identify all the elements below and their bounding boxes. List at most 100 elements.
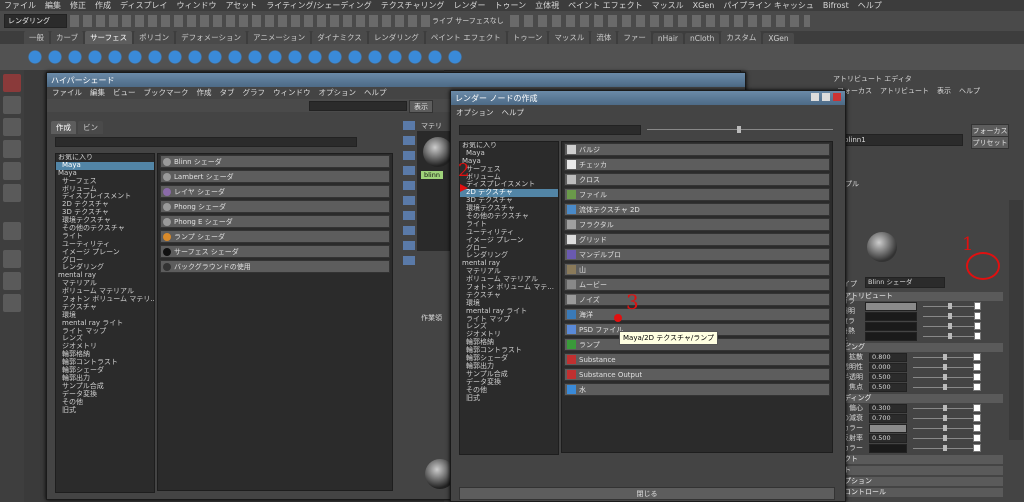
main-menu-item[interactable]: 修正	[70, 0, 86, 11]
hypershade-menu-item[interactable]: ファイル	[52, 87, 82, 98]
hypershade-search[interactable]	[309, 101, 407, 111]
attr-slider[interactable]	[913, 404, 973, 411]
attr-slider[interactable]	[913, 373, 973, 380]
map-button[interactable]	[973, 414, 981, 422]
attr-value[interactable]	[869, 443, 907, 453]
render-node-slider[interactable]	[647, 126, 833, 133]
hypershade-menu-item[interactable]: グラフ	[243, 87, 266, 98]
color-swatch[interactable]	[864, 311, 917, 321]
move-tool-icon[interactable]	[3, 140, 21, 158]
status-icons[interactable]	[70, 15, 430, 27]
minimize-icon[interactable]	[811, 93, 819, 101]
main-menu-item[interactable]: パイプライン キャッシュ	[723, 0, 814, 11]
shelf-tab[interactable]: サーフェス	[85, 31, 133, 44]
attr-value[interactable]: 0.500	[869, 372, 907, 382]
shelf-tab[interactable]: デフォメーション	[176, 31, 246, 44]
map-button[interactable]	[973, 404, 981, 412]
map-button[interactable]	[973, 312, 981, 320]
attr-slider[interactable]	[913, 414, 973, 421]
main-menu-item[interactable]: XGen	[693, 1, 715, 10]
map-button[interactable]	[973, 302, 981, 310]
hypershade-filter[interactable]	[55, 137, 357, 147]
hypershade-menu-item[interactable]: ビュー	[113, 87, 136, 98]
shelf-tab[interactable]: アニメーション	[247, 31, 311, 44]
hypershade-menu-item[interactable]: ヘルプ	[364, 87, 387, 98]
render-node-filter[interactable]	[459, 125, 641, 135]
main-menu-item[interactable]: アセット	[225, 0, 257, 11]
layout-icon[interactable]	[3, 294, 21, 312]
scale-tool-icon[interactable]	[3, 184, 21, 202]
curve-tool-icon[interactable]	[3, 222, 21, 240]
hypershade-titlebar[interactable]: ハイパーシェード	[47, 73, 745, 87]
main-menu-item[interactable]: ウィンドウ	[176, 0, 216, 11]
render-node-menu-item[interactable]: オプション	[456, 107, 494, 118]
attr-value[interactable]: 0.700	[869, 413, 907, 423]
render-node-button[interactable]: クロス	[564, 173, 830, 186]
window-controls[interactable]	[811, 93, 841, 101]
hypershade-menu-item[interactable]: タブ	[220, 87, 235, 98]
attr-slider[interactable]	[922, 322, 974, 329]
main-menu-item[interactable]: Bifrost	[823, 1, 849, 10]
preset-button[interactable]: プリセット	[971, 136, 1009, 149]
main-menu-item[interactable]: 編集	[45, 0, 61, 11]
map-button[interactable]	[973, 434, 981, 442]
attr-value[interactable]: 0.500	[869, 382, 907, 392]
hypershade-tab[interactable]: 作成	[51, 121, 76, 134]
render-node-button[interactable]: グリッド	[564, 233, 830, 246]
slider-handle[interactable]	[737, 126, 741, 133]
display-button[interactable]: 表示	[409, 100, 433, 113]
hypershade-menu-item[interactable]: ブックマーク	[144, 87, 189, 98]
render-node-button[interactable]: マンデルブロ	[564, 248, 830, 261]
create-shader-button[interactable]: Phong E シェーダ	[160, 215, 390, 228]
render-node-button[interactable]: ノイズ	[564, 293, 830, 306]
collapsed-section[interactable]: クト	[841, 455, 1003, 464]
attr-value[interactable]: 0.800	[869, 352, 907, 362]
render-node-button[interactable]: ムービー	[564, 278, 830, 291]
tree-item[interactable]: 旧式	[56, 406, 154, 415]
render-node-button[interactable]: 流体テクスチャ 2D	[564, 203, 830, 216]
shelf-tab[interactable]: 流体	[591, 31, 617, 44]
lasso-tool-icon[interactable]	[3, 96, 21, 114]
render-node-titlebar[interactable]: レンダー ノードの作成	[451, 91, 845, 105]
shelf-tab[interactable]: レンダリング	[368, 31, 424, 44]
shelf-tab[interactable]: XGen	[763, 33, 794, 44]
render-node-button[interactable]: Substance Output	[564, 368, 830, 381]
render-node-list[interactable]: バルジ チェッカ クロス ファイル 流体テクスチャ 2D フラクタル グリッド マンデルブロ山…	[561, 141, 833, 453]
shelf-tab[interactable]: 一般	[24, 31, 49, 44]
ae-menu-item[interactable]: ヘルプ	[959, 86, 980, 96]
shelf-tab[interactable]: カスタム	[721, 31, 762, 44]
render-icons[interactable]	[510, 15, 810, 27]
render-node-button[interactable]: 山	[564, 263, 830, 276]
collapsed-section[interactable]: ト	[841, 466, 1003, 475]
create-shader-button[interactable]: Blinn シェーダ	[160, 155, 390, 168]
shelf-tab[interactable]: nHair	[652, 33, 683, 44]
attr-value[interactable]: 0.500	[869, 433, 907, 443]
main-menu-item[interactable]: ペイント エフェクト	[568, 0, 643, 11]
main-menu-item[interactable]: ファイル	[4, 0, 36, 11]
main-menu-item[interactable]: ライティング/シェーディング	[266, 0, 372, 11]
shelf-tab[interactable]: ダイナミクス	[312, 31, 367, 44]
attr-slider[interactable]	[922, 302, 974, 309]
hypershade-tab[interactable]: ビン	[78, 121, 103, 134]
map-button[interactable]	[973, 424, 981, 432]
layout-icon[interactable]	[3, 250, 21, 268]
render-node-button[interactable]: ファイル	[564, 188, 830, 201]
map-button[interactable]	[973, 332, 981, 340]
create-shader-button[interactable]: サーフェス シェーダ	[160, 245, 390, 258]
main-menu-item[interactable]: 作成	[95, 0, 111, 11]
close-button[interactable]: 閉じる	[459, 487, 835, 500]
create-shader-button[interactable]: Phong シェーダ	[160, 200, 390, 213]
attr-slider[interactable]	[922, 332, 974, 339]
live-surface-label[interactable]: ライブ サーフェスなし	[432, 16, 504, 26]
render-node-button[interactable]: バルジ	[564, 143, 830, 156]
node-name-field[interactable]: blinn1	[841, 134, 963, 146]
hypershade-create-list[interactable]: Blinn シェーダ Lambert シェーダ レイヤ シェーダ Phong シェーダ…	[157, 153, 393, 491]
maximize-icon[interactable]	[822, 93, 830, 101]
attr-value[interactable]: 0.000	[869, 362, 907, 372]
hypershade-menu-item[interactable]: 編集	[90, 87, 105, 98]
hypershade-tree[interactable]: お気に入り Maya Maya サーフェス ボリューム ディスプレイスメント 2D テクスチ…	[55, 153, 155, 493]
create-shader-button[interactable]: バックグラウンドの使用	[160, 260, 390, 273]
ae-menu-item[interactable]: 表示	[937, 86, 951, 96]
rotate-tool-icon[interactable]	[3, 162, 21, 180]
shelf-tab[interactable]: マッスル	[549, 31, 590, 44]
